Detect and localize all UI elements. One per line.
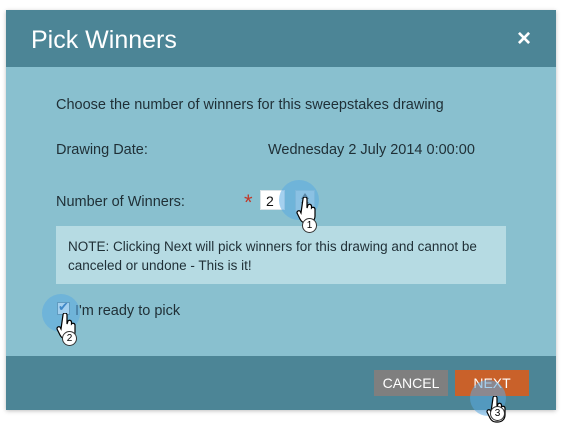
cancel-button[interactable]: CANCEL <box>374 370 448 396</box>
step1-badge: 1 <box>302 218 317 233</box>
dialog-header: Pick Winners × <box>6 10 556 67</box>
intro-text: Choose the number of winners for this sw… <box>56 97 444 113</box>
close-icon[interactable]: × <box>514 27 534 51</box>
ready-label[interactable]: I'm ready to pick <box>75 302 180 320</box>
note-text: NOTE: Clicking Next will pick winners fo… <box>68 239 477 273</box>
required-marker: * <box>244 190 253 215</box>
winners-label: Number of Winners: <box>56 194 185 210</box>
drawing-date-label: Drawing Date: <box>56 142 148 158</box>
step2-badge: 2 <box>62 331 77 346</box>
dialog-title: Pick Winners <box>31 26 177 54</box>
warning-note: NOTE: Clicking Next will pick winners fo… <box>56 226 506 284</box>
step3-badge: 3 <box>490 406 505 421</box>
drawing-date-value: Wednesday 2 July 2014 0:00:00 <box>268 142 475 158</box>
